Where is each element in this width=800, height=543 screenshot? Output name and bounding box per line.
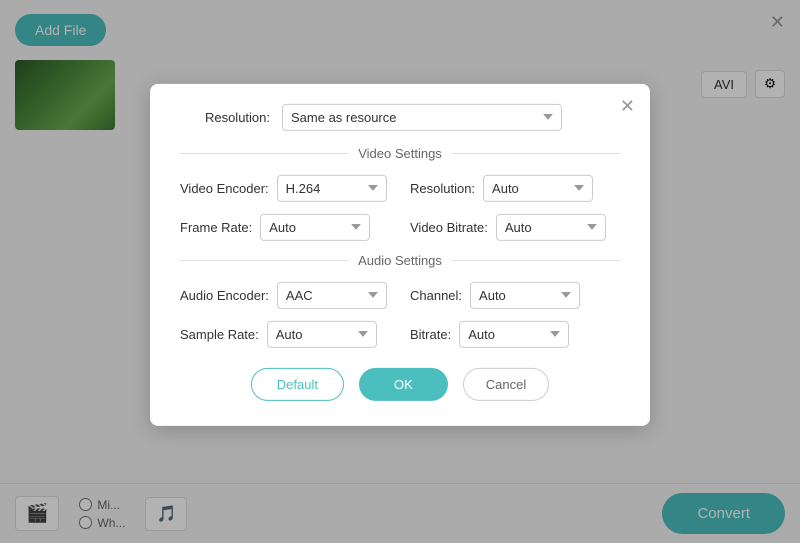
audio-settings-title: Audio Settings <box>358 252 442 267</box>
audio-bitrate-label: Bitrate: <box>410 326 451 341</box>
audio-divider-right <box>452 259 620 260</box>
ok-button[interactable]: OK <box>359 367 448 400</box>
framerate-bitrate-row: Frame Rate: Auto Video Bitrate: Auto <box>180 213 620 240</box>
audio-encoder-select[interactable]: AAC <box>277 281 387 308</box>
audio-bitrate-group: Bitrate: Auto <box>410 320 620 347</box>
dialog-close-button[interactable]: ✕ <box>620 95 635 116</box>
resolution-row: Resolution: Same as resource <box>180 103 620 130</box>
channel-select[interactable]: Auto <box>470 281 580 308</box>
audio-settings-divider: Audio Settings <box>180 252 620 267</box>
samplerate-group: Sample Rate: Auto <box>180 320 390 347</box>
video-resolution-label: Resolution: <box>410 180 475 195</box>
video-resolution-select[interactable]: Auto <box>483 174 593 201</box>
video-encoder-resolution-row: Video Encoder: H.264 Resolution: Auto <box>180 174 620 201</box>
samplerate-label: Sample Rate: <box>180 326 259 341</box>
dialog-actions: Default OK Cancel <box>180 367 620 400</box>
video-bitrate-label: Video Bitrate: <box>410 219 488 234</box>
video-bitrate-group: Video Bitrate: Auto <box>410 213 620 240</box>
audio-bitrate-select[interactable]: Auto <box>459 320 569 347</box>
framerate-select[interactable]: Auto <box>260 213 370 240</box>
divider-line-right <box>452 152 620 153</box>
video-encoder-group: Video Encoder: H.264 <box>180 174 390 201</box>
app-background: Add File ✕ AVI ⚙ 🎬 Mi... <box>0 0 800 543</box>
default-button[interactable]: Default <box>251 367 344 400</box>
video-settings-divider: Video Settings <box>180 145 620 160</box>
channel-label: Channel: <box>410 287 462 302</box>
samplerate-select[interactable]: Auto <box>267 320 377 347</box>
divider-line-left <box>180 152 348 153</box>
audio-encoder-channel-row: Audio Encoder: AAC Channel: Auto <box>180 281 620 308</box>
video-settings-title: Video Settings <box>358 145 442 160</box>
framerate-group: Frame Rate: Auto <box>180 213 390 240</box>
resolution-select[interactable]: Same as resource <box>282 103 562 130</box>
video-resolution-group: Resolution: Auto <box>410 174 620 201</box>
samplerate-bitrate-row: Sample Rate: Auto Bitrate: Auto <box>180 320 620 347</box>
video-bitrate-select[interactable]: Auto <box>496 213 606 240</box>
cancel-button[interactable]: Cancel <box>463 367 549 400</box>
channel-group: Channel: Auto <box>410 281 620 308</box>
audio-encoder-label: Audio Encoder: <box>180 287 269 302</box>
audio-divider-left <box>180 259 348 260</box>
video-encoder-select[interactable]: H.264 <box>277 174 387 201</box>
video-encoder-label: Video Encoder: <box>180 180 269 195</box>
resolution-label: Resolution: <box>180 109 270 124</box>
audio-encoder-group: Audio Encoder: AAC <box>180 281 390 308</box>
framerate-label: Frame Rate: <box>180 219 252 234</box>
settings-dialog: ✕ Resolution: Same as resource Video Set… <box>150 83 650 425</box>
